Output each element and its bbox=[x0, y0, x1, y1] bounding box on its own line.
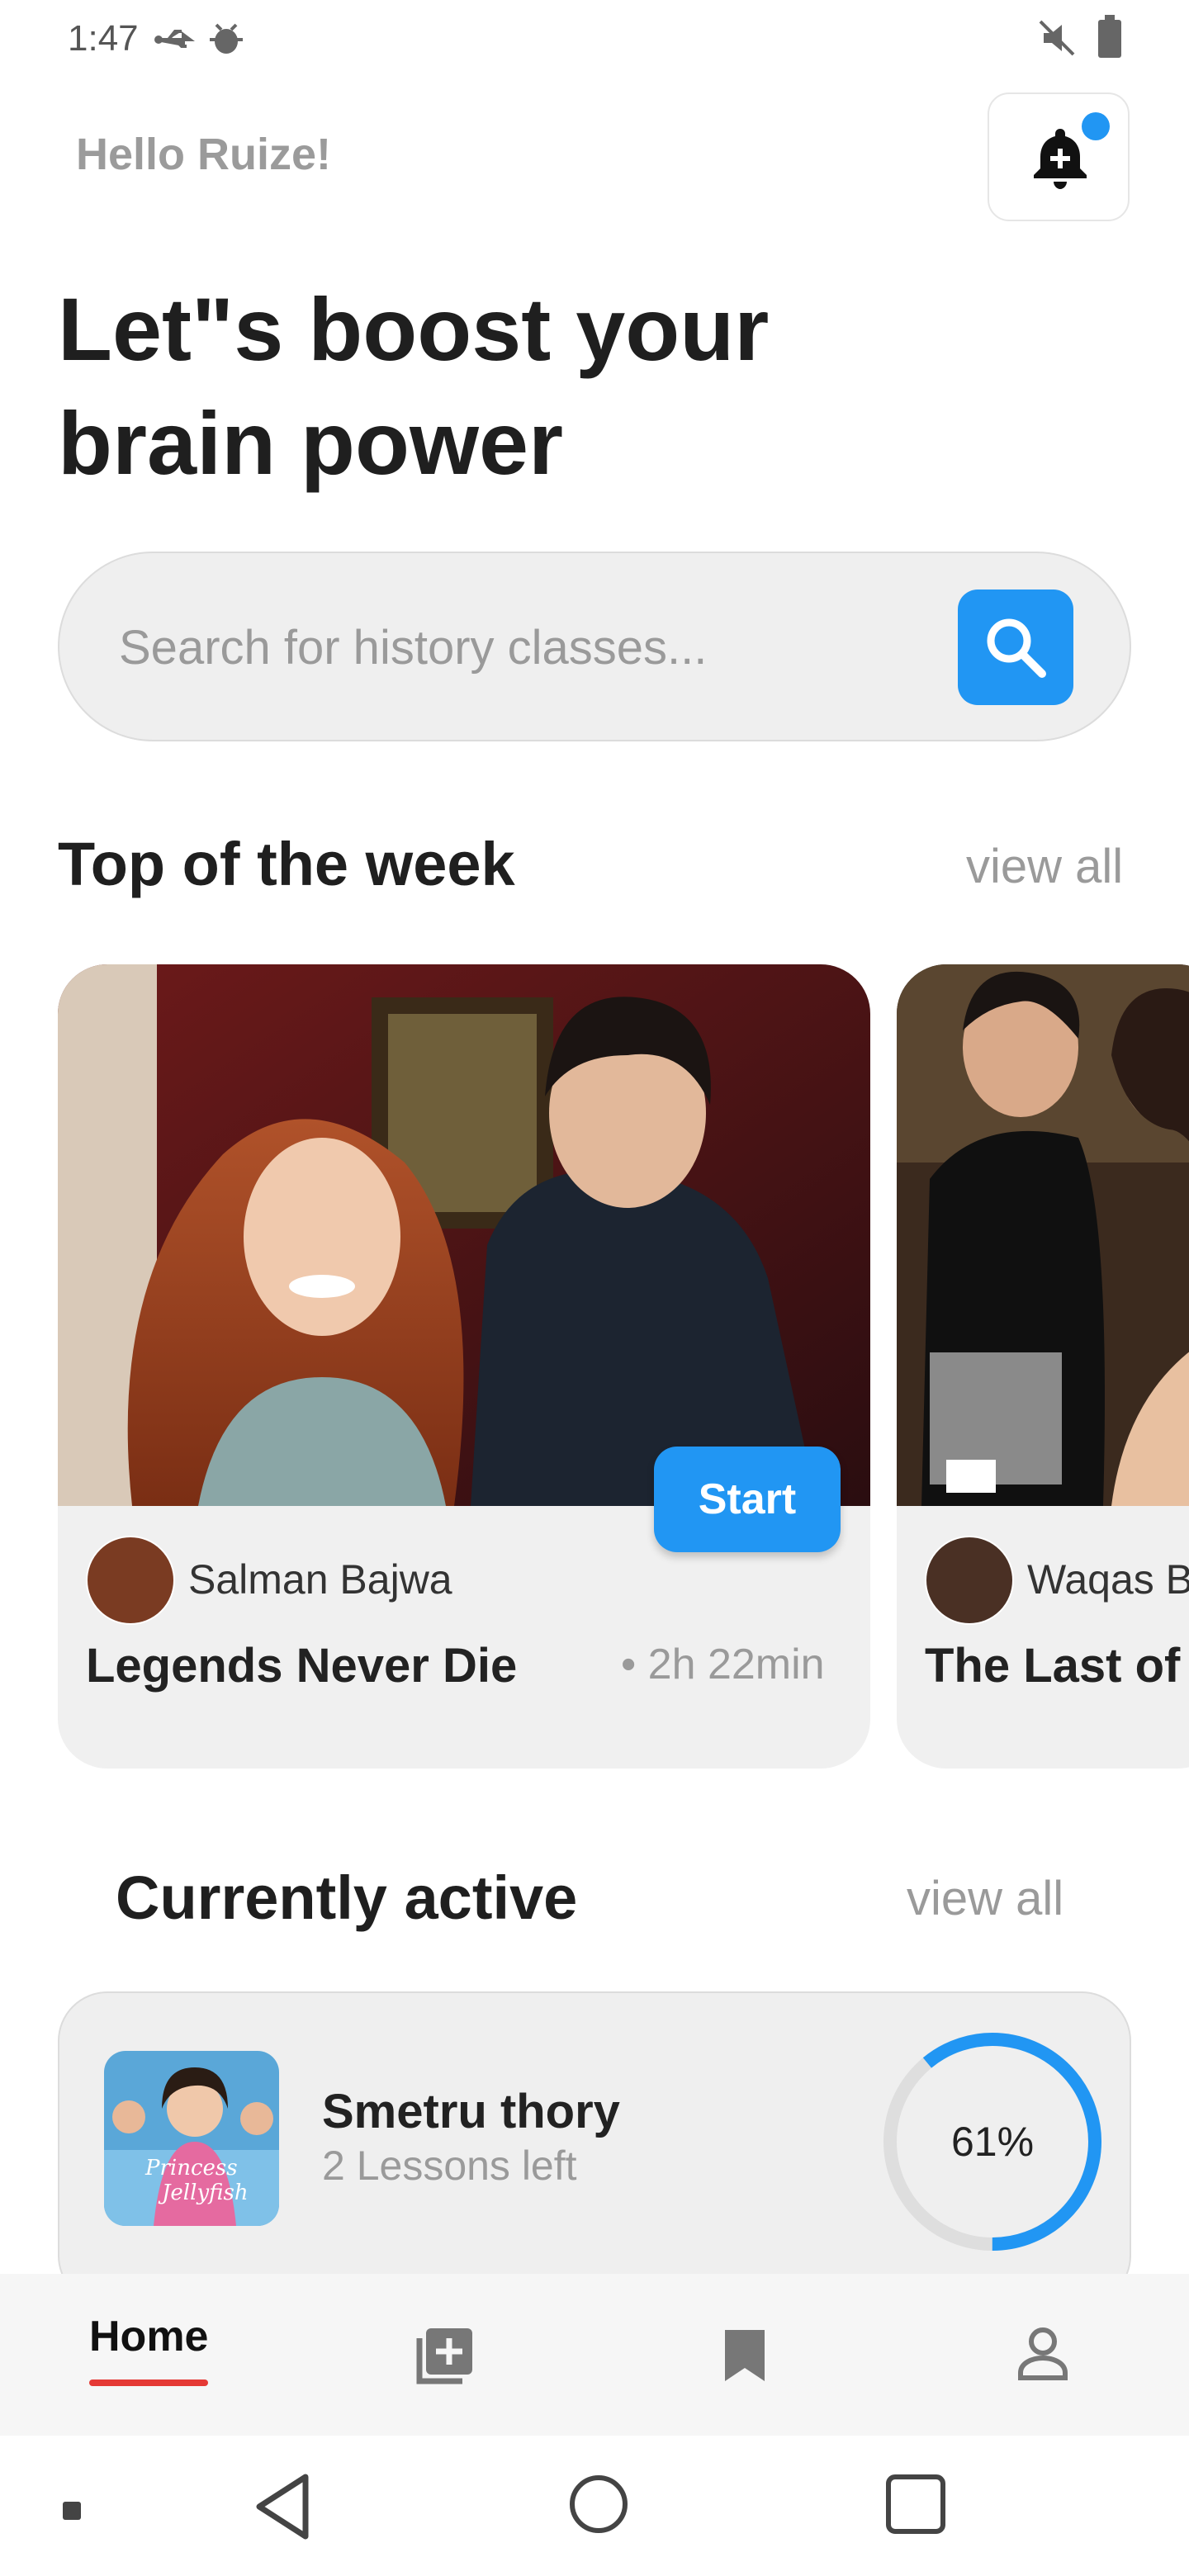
poster-image bbox=[58, 964, 870, 1506]
poster-image bbox=[897, 964, 1189, 1506]
author-name: Waqas B bbox=[1027, 1556, 1189, 1603]
course-thumbnail: Princess Jellyfish bbox=[104, 2051, 279, 2226]
search-button[interactable] bbox=[958, 590, 1073, 705]
progress-ring: 61% bbox=[877, 2026, 1108, 2257]
greeting-text: Hello Ruize! bbox=[76, 130, 332, 179]
course-title: Legends Never Die bbox=[86, 1639, 518, 1693]
course-title: The Last of bbox=[925, 1639, 1181, 1693]
battery-icon bbox=[1098, 15, 1121, 58]
notification-button[interactable] bbox=[988, 92, 1130, 221]
nav-dot-icon bbox=[63, 2502, 81, 2520]
bookmark-icon[interactable] bbox=[722, 2327, 768, 2384]
add-library-icon[interactable] bbox=[413, 2325, 476, 2388]
headline-line-2: brain power bbox=[58, 393, 564, 493]
debug-icon bbox=[210, 23, 243, 54]
page-headline: Let"s boost your brain power bbox=[58, 272, 883, 500]
course-card-image bbox=[897, 964, 1189, 1506]
thumbnail-image: Princess Jellyfish bbox=[104, 2051, 279, 2226]
active-course-title: Smetru thory bbox=[322, 2085, 620, 2138]
active-course-card[interactable]: Princess Jellyfish Smetru thory 2 Lesson… bbox=[58, 1991, 1131, 2305]
back-icon[interactable] bbox=[253, 2472, 314, 2541]
bottom-nav: Home bbox=[0, 2274, 1189, 2436]
course-duration: • 2h 22min bbox=[621, 1641, 825, 1688]
active-course-subtitle: 2 Lessons left bbox=[322, 2143, 577, 2189]
top-week-title: Top of the week bbox=[58, 830, 515, 898]
home-circle-icon[interactable] bbox=[568, 2474, 629, 2535]
course-card-image bbox=[58, 964, 870, 1506]
search-input[interactable] bbox=[117, 601, 946, 694]
system-navigation-bar bbox=[0, 2436, 1189, 2576]
nav-home-indicator bbox=[89, 2379, 208, 2386]
nav-home[interactable]: Home bbox=[89, 2312, 208, 2361]
notification-dot bbox=[1082, 112, 1110, 140]
course-card[interactable]: Start Salman Bajwa Legends Never Die • 2… bbox=[58, 964, 870, 1769]
active-section-title: Currently active bbox=[116, 1863, 578, 1932]
start-button[interactable]: Start bbox=[654, 1447, 841, 1552]
top-week-view-all[interactable]: view all bbox=[966, 839, 1123, 894]
thumbnail-caption-1: Princess bbox=[144, 2156, 238, 2181]
profile-icon[interactable] bbox=[1016, 2325, 1070, 2383]
avatar bbox=[86, 1536, 175, 1625]
author-name: Salman Bajwa bbox=[188, 1556, 452, 1603]
avatar bbox=[925, 1536, 1014, 1625]
bell-add-icon bbox=[1034, 129, 1087, 189]
search-icon bbox=[987, 618, 1046, 678]
thumbnail-caption-2: Jellyfish bbox=[158, 2181, 249, 2205]
status-time: 1:47 bbox=[68, 18, 139, 59]
search-bar bbox=[58, 552, 1131, 741]
headline-line-1: Let"s boost your bbox=[58, 279, 770, 379]
course-card[interactable]: Waqas B The Last of bbox=[897, 964, 1189, 1769]
recents-icon[interactable] bbox=[885, 2474, 946, 2535]
progress-percent: 61% bbox=[950, 2119, 1035, 2165]
active-view-all[interactable]: view all bbox=[907, 1871, 1063, 1926]
mute-icon bbox=[1039, 20, 1075, 56]
usb-icon bbox=[154, 30, 195, 48]
